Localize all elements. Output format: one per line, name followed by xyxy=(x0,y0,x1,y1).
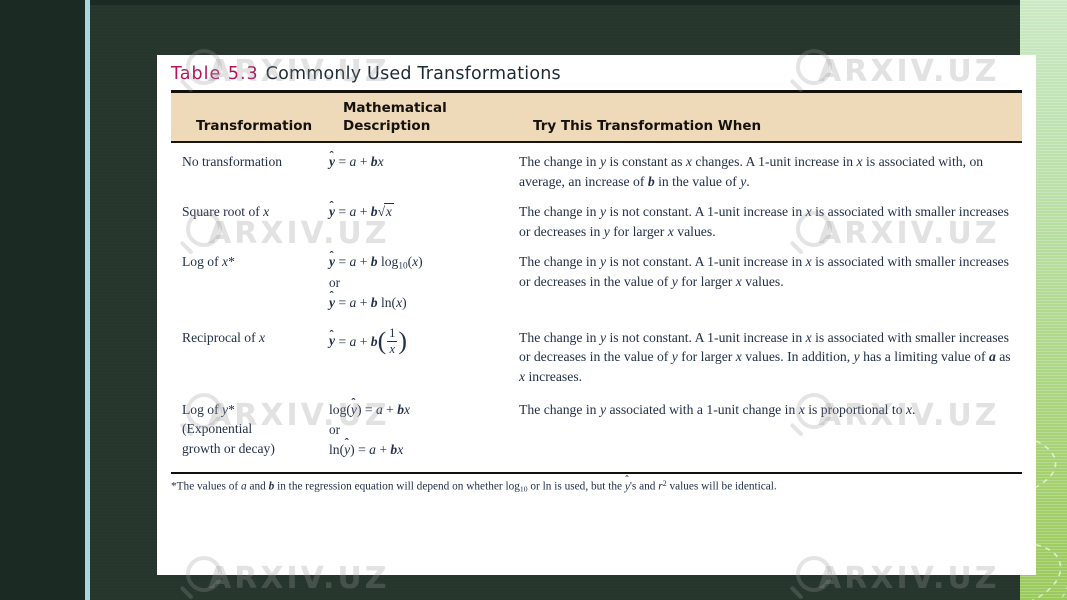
row-description: The change in y is constant as x changes… xyxy=(519,154,984,189)
formula-or-label: or xyxy=(329,275,340,291)
row-name: Log of y* (Exponential growth or decay) xyxy=(182,401,275,456)
row-name: Log of x* xyxy=(182,254,235,270)
row-formula: y = a + bx xyxy=(329,152,519,191)
row-formula: y = a + b(1x) xyxy=(329,326,519,386)
table-row: Square root of x y = a + b√x The change … xyxy=(157,202,1036,241)
table-row: Reciprocal of x y = a + b(1x) The change… xyxy=(157,326,1036,386)
row-description: The change in y is not constant. A 1-uni… xyxy=(519,329,1011,384)
table-bottom-rule xyxy=(171,471,1022,475)
slide-accent-stripe xyxy=(85,0,90,600)
table-row: Log of y* (Exponential growth or decay) … xyxy=(157,400,1036,461)
table-caption: Commonly Used Transformations xyxy=(265,64,561,84)
row-formula: y = a + b√x xyxy=(329,202,519,241)
row-description: The change in y is not constant. A 1-uni… xyxy=(519,204,1009,239)
row-description: The change in y is not constant. A 1-uni… xyxy=(519,254,1009,289)
table-row: Log of x* y = a + b log10(x) or y = a + … xyxy=(157,252,1036,313)
slide-left-margin xyxy=(0,0,85,600)
row-formula: y = a + b log10(x) or y = a + b ln(x) xyxy=(329,252,519,313)
table-header-row: Transformation Mathematical Description … xyxy=(171,99,1022,135)
table-footnote: *The values of a and b in the regression… xyxy=(171,479,1022,494)
table-panel: Table 5.3 Commonly Used Transformations T… xyxy=(157,55,1036,575)
column-header-transformation: Transformation xyxy=(196,118,313,135)
row-name: No transformation xyxy=(182,154,283,170)
row-name: Reciprocal of x xyxy=(182,329,266,345)
slide-canvas: Table 5.3 Commonly Used Transformations T… xyxy=(0,0,1067,600)
slide-top-bar xyxy=(90,0,1020,5)
table-label: Table 5.3 xyxy=(171,64,259,84)
row-name: Square root of x xyxy=(182,204,270,220)
table-title: Table 5.3 Commonly Used Transformations xyxy=(157,55,1036,90)
table-body: No transformation y = a + bx The change … xyxy=(157,143,1036,460)
row-description: The change in y associated with a 1-unit… xyxy=(519,401,916,417)
formula-or-label: or xyxy=(329,422,340,438)
row-formula: log(y) = a + bx or ln(y) = a + bx xyxy=(329,400,519,461)
column-header-try-this-when: Try This Transformation When xyxy=(533,118,762,135)
table-header-band: Transformation Mathematical Description … xyxy=(171,93,1022,142)
column-header-mathematical-description: Mathematical Description xyxy=(343,100,447,135)
table-row: No transformation y = a + bx The change … xyxy=(157,152,1036,191)
